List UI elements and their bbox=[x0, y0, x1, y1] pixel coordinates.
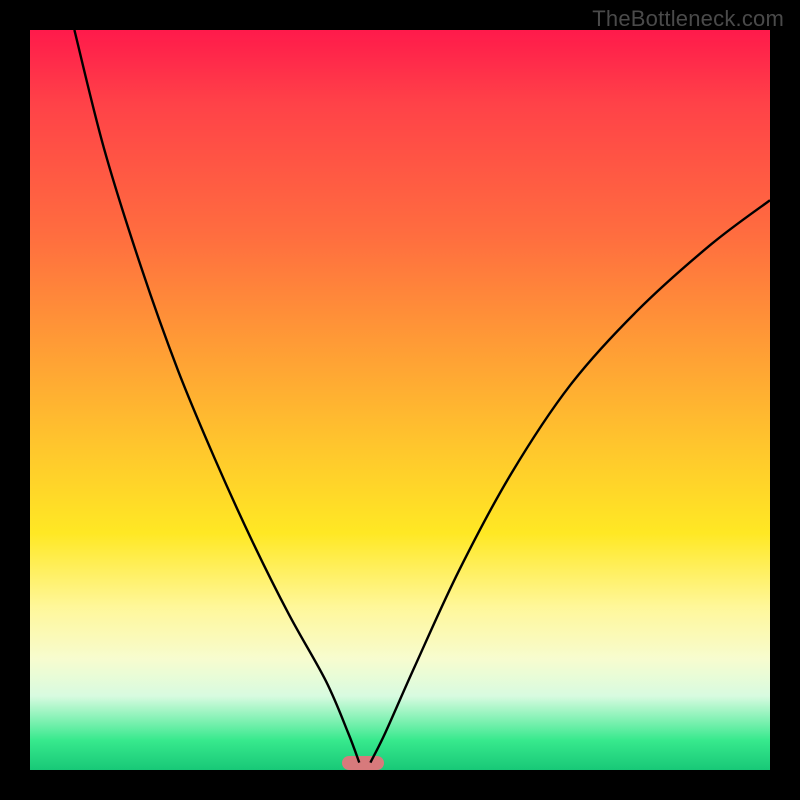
curve-right bbox=[370, 200, 770, 762]
bottleneck-curve bbox=[30, 30, 770, 770]
curve-left bbox=[74, 30, 359, 763]
chart-frame: TheBottleneck.com bbox=[0, 0, 800, 800]
plot-area bbox=[30, 30, 770, 770]
watermark-text: TheBottleneck.com bbox=[592, 6, 784, 32]
